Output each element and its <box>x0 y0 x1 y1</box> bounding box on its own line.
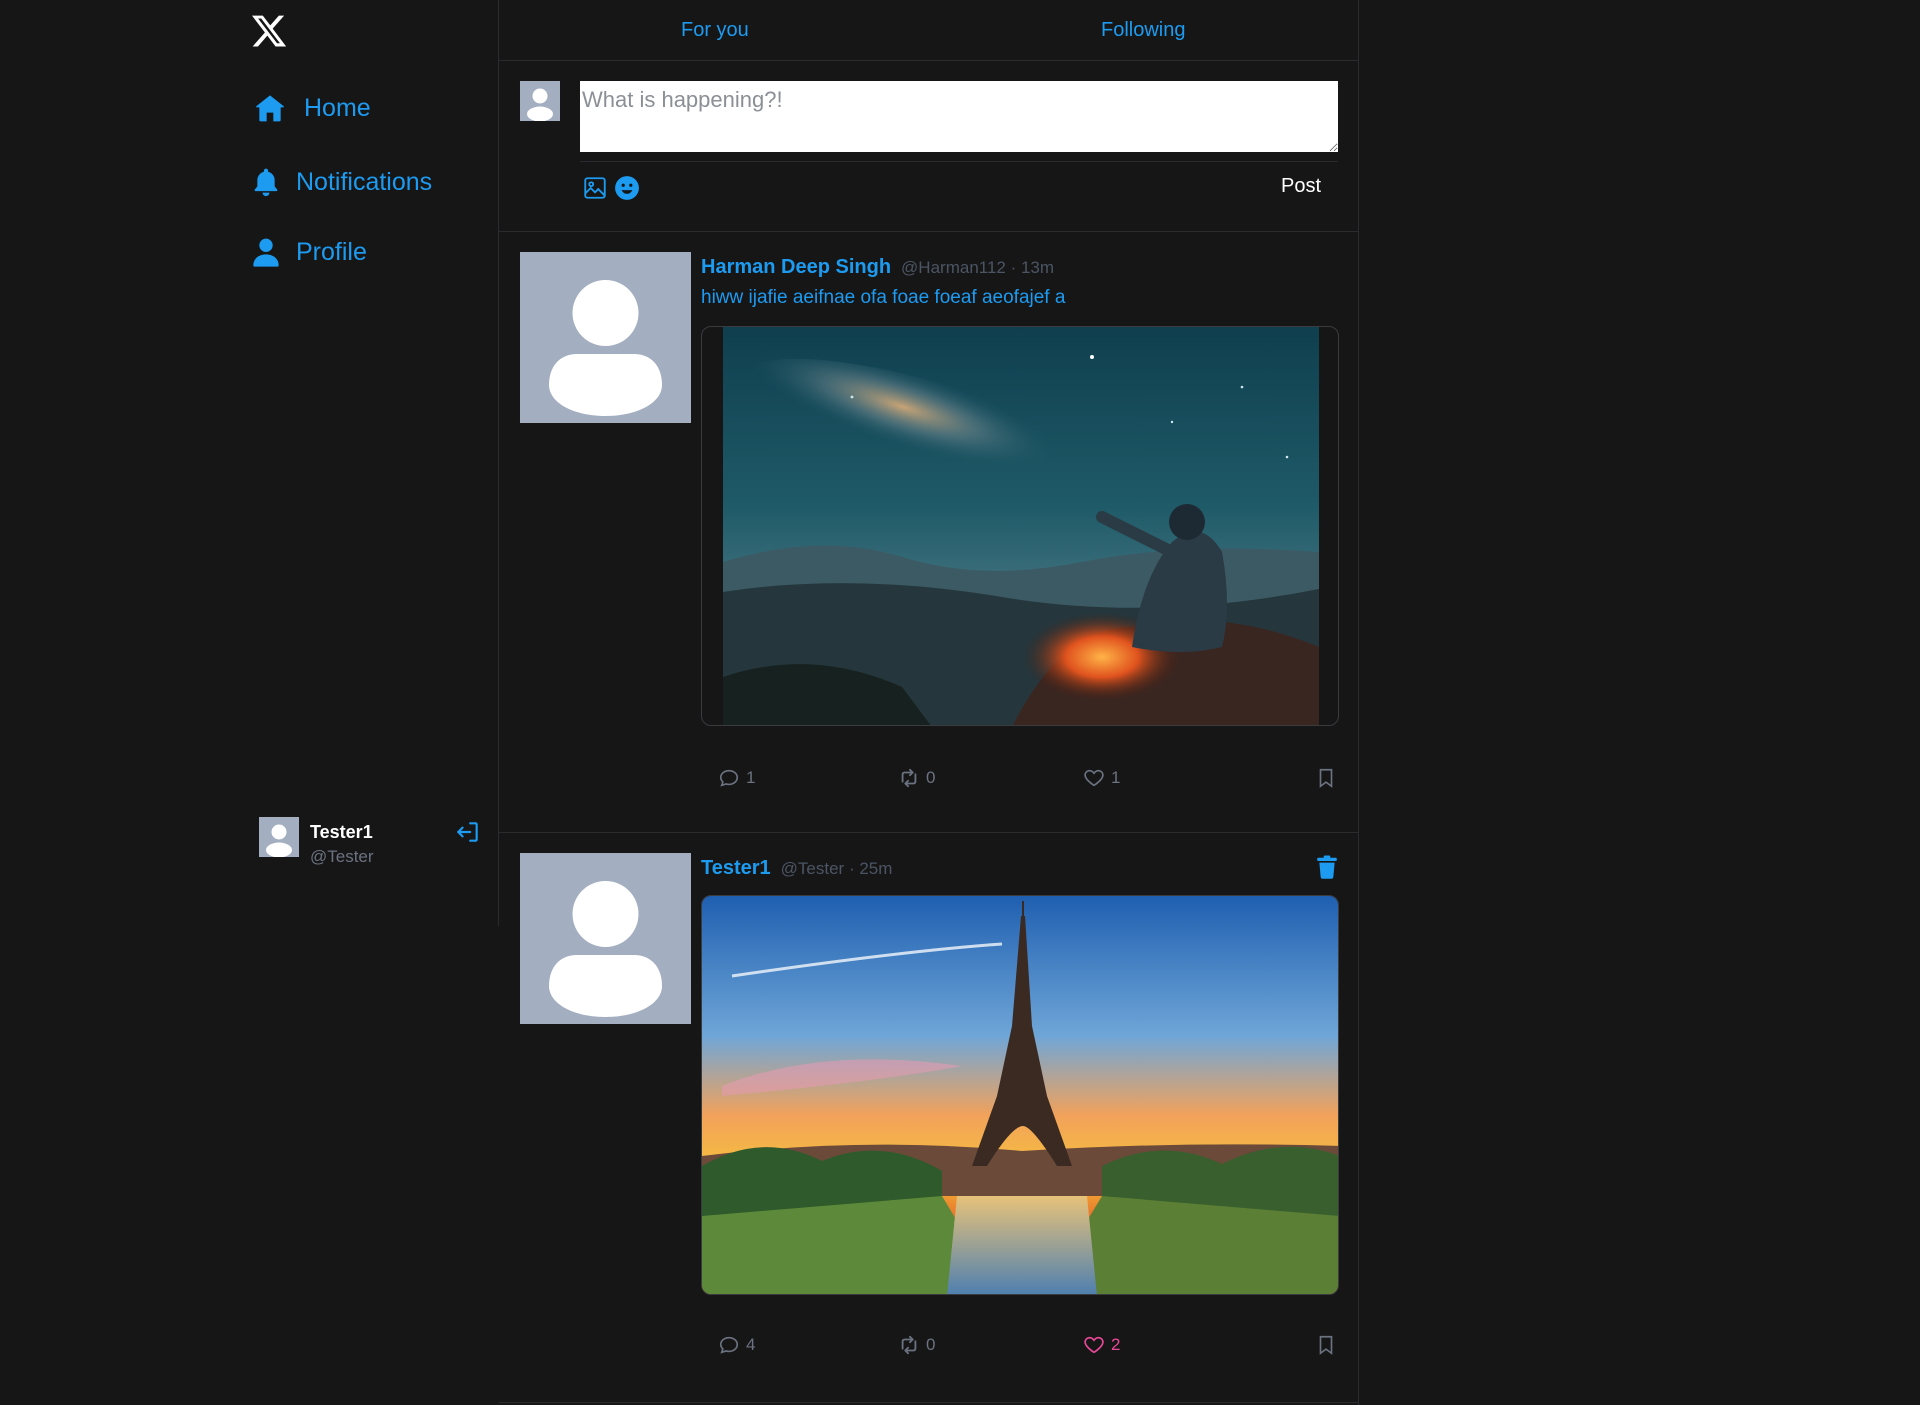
post-composer: Post <box>499 61 1358 232</box>
tab-for-you[interactable]: For you <box>681 19 749 42</box>
feed-tabs: For you Following <box>499 0 1358 61</box>
reply-icon <box>719 769 739 787</box>
reply-icon <box>719 1336 739 1354</box>
photo-eiffel-tower-sunset <box>702 896 1338 1294</box>
nav-item-home[interactable]: Home <box>254 92 371 124</box>
repost-button[interactable]: 0 <box>898 767 935 789</box>
x-logo-icon[interactable] <box>250 12 288 50</box>
heart-icon <box>1084 769 1104 787</box>
post-media[interactable] <box>701 895 1339 1295</box>
post-card[interactable]: Harman Deep Singh @Harman112 · 13m hiww … <box>499 232 1358 833</box>
reply-count: 4 <box>746 1335 756 1354</box>
nav-item-profile[interactable]: Profile <box>250 236 367 268</box>
repost-count: 0 <box>926 1335 936 1354</box>
home-icon <box>256 95 284 122</box>
tab-following[interactable]: Following <box>1101 19 1185 42</box>
heart-icon <box>1084 1336 1104 1354</box>
sidebar: Home Notifications Profile Tester1 @Test… <box>0 0 499 926</box>
like-button[interactable]: 2 <box>1083 1334 1120 1356</box>
repost-icon <box>901 1335 917 1355</box>
post-actions: 4 0 2 <box>718 1334 1338 1364</box>
bookmark-icon <box>1319 768 1333 788</box>
post-card[interactable]: Tester1 @Tester · 25m 4 0 2 <box>499 833 1358 1403</box>
avatar[interactable] <box>520 252 691 423</box>
compose-input[interactable] <box>580 81 1338 152</box>
main-feed: For you Following Post <box>499 0 1359 1405</box>
bookmark-button[interactable] <box>1315 767 1337 789</box>
post-author-name[interactable]: Tester1 <box>701 857 771 880</box>
bell-icon <box>254 168 278 197</box>
post-button[interactable]: Post <box>1281 175 1321 198</box>
avatar[interactable] <box>520 853 691 1024</box>
photo-night-sky-campfire <box>723 327 1319 725</box>
account-switcher[interactable]: Tester1 @Tester <box>259 817 481 866</box>
like-button[interactable]: 1 <box>1083 767 1120 789</box>
composer-divider <box>580 161 1338 162</box>
post-media[interactable] <box>701 326 1339 726</box>
bookmark-button[interactable] <box>1315 1334 1337 1356</box>
reply-count: 1 <box>746 768 756 787</box>
nav-label-notifications: Notifications <box>296 167 433 196</box>
nav-label-profile: Profile <box>296 237 367 266</box>
post-meta: @Harman112 · 13m <box>901 258 1055 277</box>
reply-button[interactable]: 1 <box>718 767 755 789</box>
avatar <box>520 81 560 121</box>
like-count: 2 <box>1111 1335 1121 1354</box>
bookmark-icon <box>1319 1335 1333 1355</box>
post-header: Tester1 @Tester · 25m <box>701 857 1339 880</box>
post-meta: @Tester · 25m <box>780 859 893 878</box>
post-author-name[interactable]: Harman Deep Singh <box>701 256 891 279</box>
account-handle: @Tester <box>310 847 374 866</box>
user-icon <box>253 238 279 267</box>
post-actions: 1 0 1 <box>718 767 1338 797</box>
account-name: Tester1 <box>310 822 373 842</box>
nav-item-notifications[interactable]: Notifications <box>250 166 432 198</box>
image-icon[interactable] <box>582 175 608 201</box>
repost-icon <box>901 768 917 788</box>
nav-label-home: Home <box>304 93 371 122</box>
avatar <box>259 817 299 857</box>
post-text: hiww ijafie aeifnae ofa foae foeaf aeofa… <box>701 287 1066 308</box>
logout-icon[interactable] <box>455 819 481 845</box>
repost-count: 0 <box>926 768 936 787</box>
post-header: Harman Deep Singh @Harman112 · 13m <box>701 256 1339 279</box>
reply-button[interactable]: 4 <box>718 1334 755 1356</box>
trash-icon[interactable] <box>1316 855 1338 879</box>
like-count: 1 <box>1111 768 1121 787</box>
emoji-icon[interactable] <box>614 175 640 201</box>
repost-button[interactable]: 0 <box>898 1334 935 1356</box>
